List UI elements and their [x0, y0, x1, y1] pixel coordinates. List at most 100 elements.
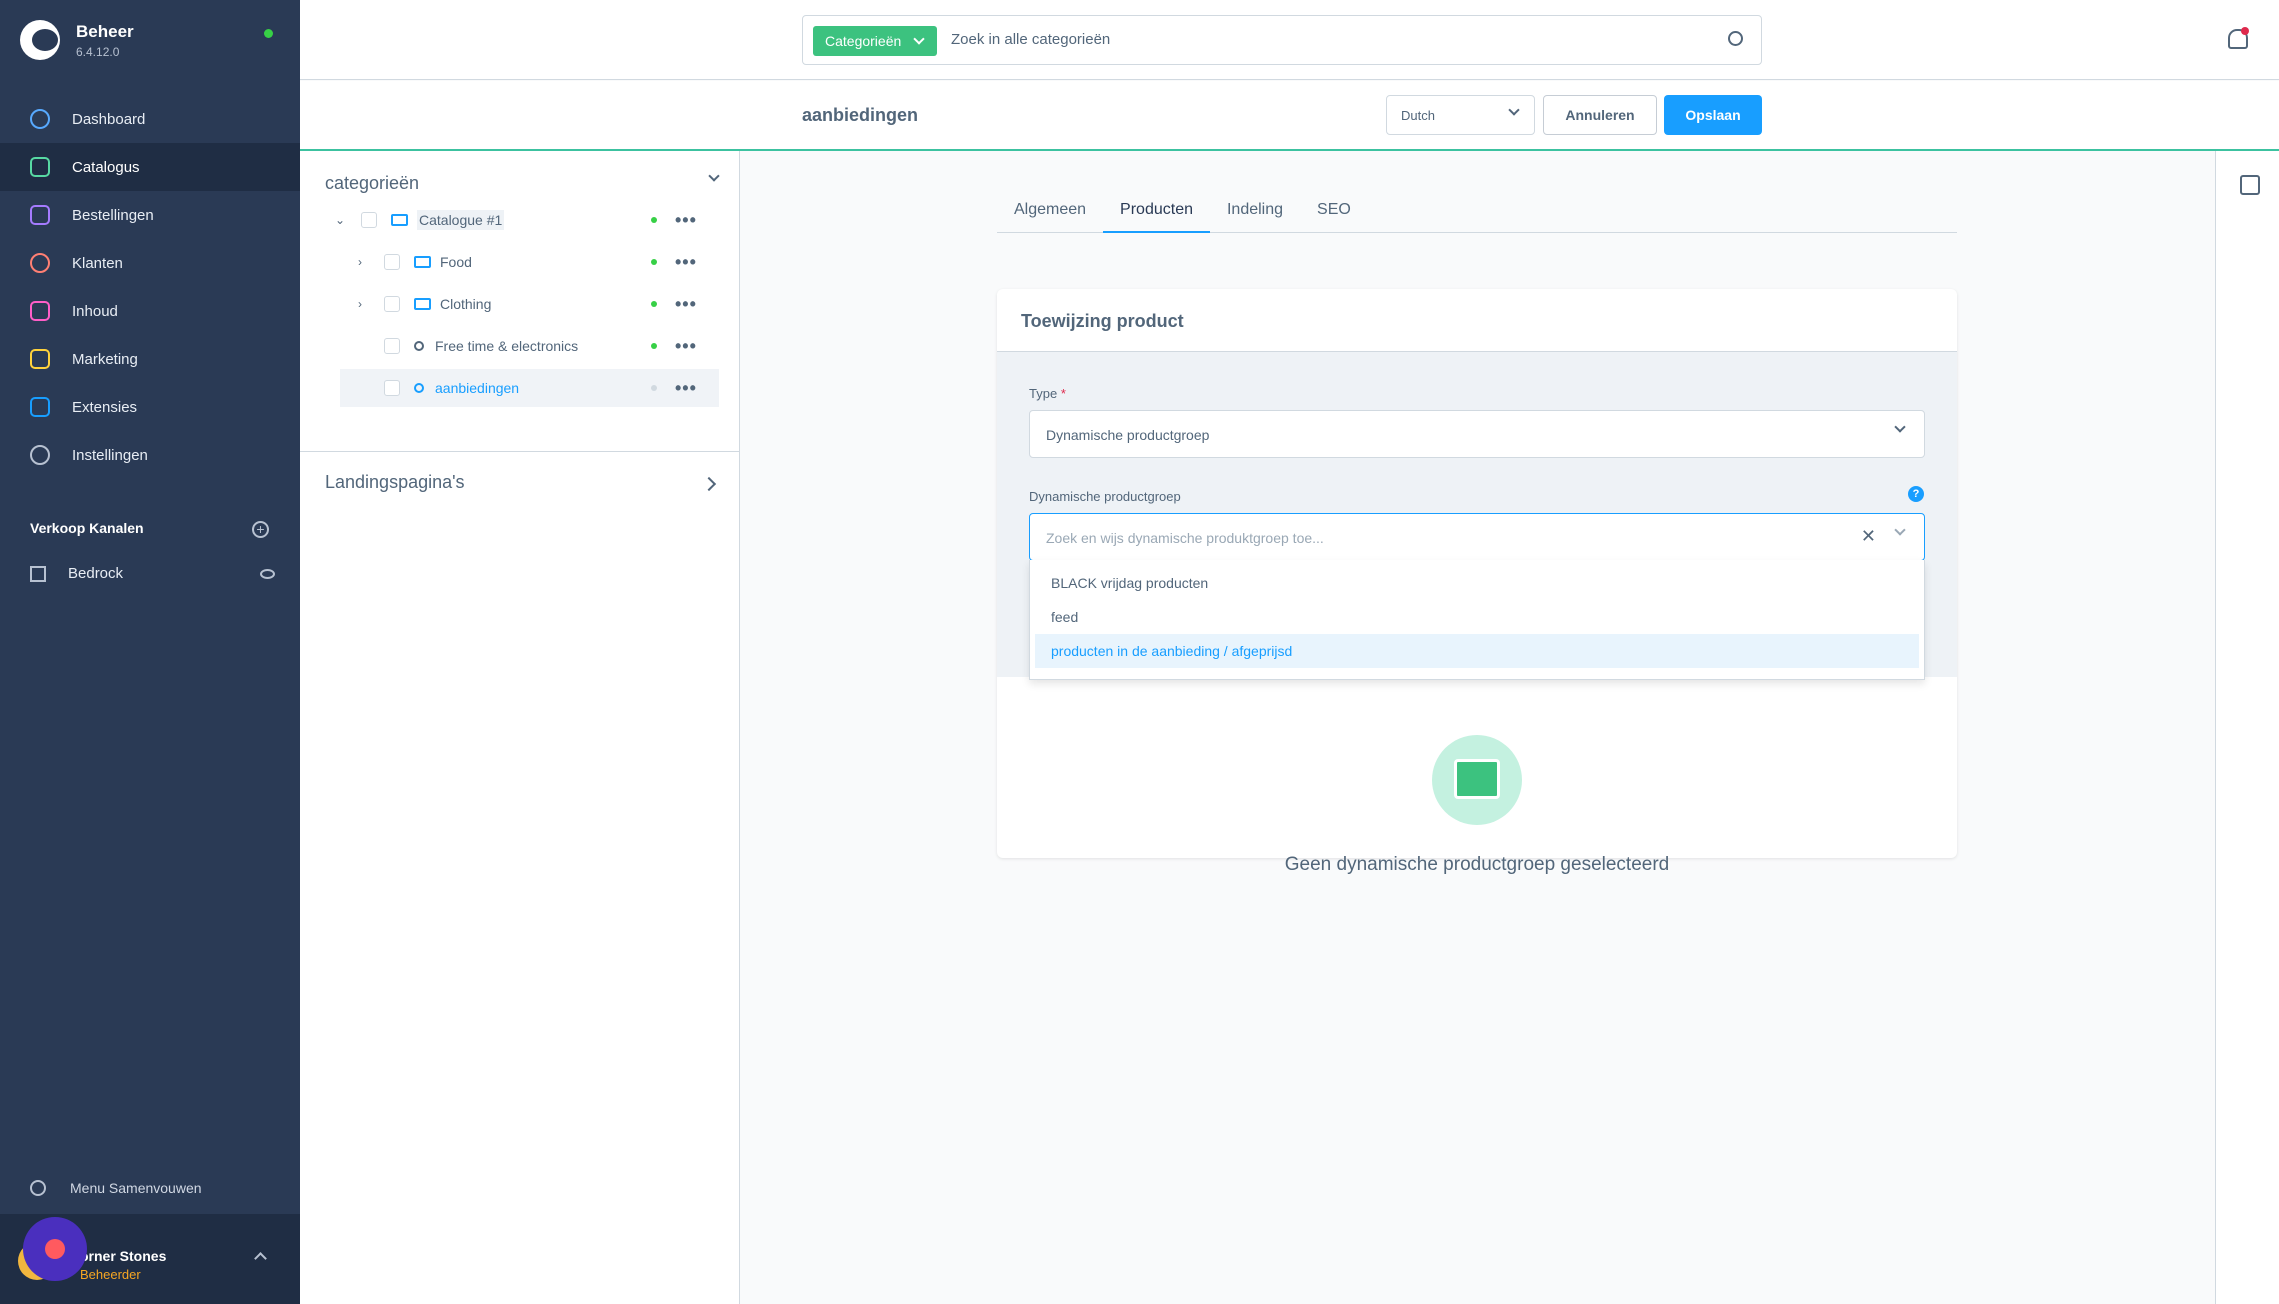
active-status-icon [651, 217, 657, 223]
storefront-icon [30, 565, 46, 582]
marketing-icon [30, 349, 50, 369]
app: Beheer 6.4.12.0 Dashboard Catalogus Best… [0, 0, 2279, 1304]
option-black-friday[interactable]: BLACK vrijdag producten [1035, 566, 1919, 600]
type-label-text: Type [1029, 386, 1058, 401]
required-marker: * [1060, 386, 1066, 401]
folder-icon [414, 256, 431, 268]
search-icon[interactable] [1728, 31, 1743, 46]
top-bar: Categorieën Zoek in alle categorieën [300, 0, 2279, 80]
leaf-category-icon [414, 383, 424, 393]
more-actions-icon[interactable]: ••• [675, 336, 697, 357]
dashboard-icon [30, 109, 50, 129]
nav-marketing-label: Marketing [72, 350, 138, 368]
dynamic-group-options: BLACK vrijdag producten feed producten i… [1029, 560, 1925, 680]
landing-pages-title: Landingspagina's [325, 472, 465, 492]
nav-instellingen-label: Instellingen [72, 446, 148, 464]
more-actions-icon[interactable]: ••• [675, 294, 697, 315]
nav-inhoud[interactable]: Inhoud [0, 287, 300, 335]
orders-icon [30, 205, 50, 225]
user-role: Beheerder [80, 1267, 141, 1282]
more-actions-icon[interactable]: ••• [675, 378, 697, 399]
chevron-right-icon [701, 476, 717, 492]
dynamic-group-placeholder[interactable]: Zoek en wijs dynamische produktgroep toe… [1046, 530, 1324, 546]
folder-open-icon [391, 214, 408, 226]
chevron-down-icon[interactable] [1894, 524, 1906, 536]
option-feed[interactable]: feed [1035, 600, 1919, 634]
leaf-category-icon [414, 341, 424, 351]
chevron-right-icon[interactable]: › [358, 297, 376, 311]
language-value: Dutch [1401, 108, 1435, 123]
collapse-menu-button[interactable]: Menu Samenvouwen [30, 1180, 202, 1196]
nav-bestellingen-label: Bestellingen [72, 206, 154, 224]
floating-record-button[interactable] [23, 1217, 87, 1281]
checkbox[interactable] [361, 212, 377, 228]
checkbox[interactable] [384, 380, 400, 396]
type-select-value: Dynamische productgroep [1046, 427, 1210, 443]
nav-extensies[interactable]: Extensies [0, 383, 300, 431]
tree-title: categorieën [325, 173, 420, 193]
card-title: Toewijzing product [1021, 311, 1184, 331]
tree-item-label: Clothing [440, 296, 492, 312]
chevron-right-icon[interactable]: › [358, 255, 376, 269]
tree-item-food[interactable]: › Food ••• [358, 243, 719, 281]
chevron-down-icon[interactable] [708, 170, 720, 182]
folder-icon [414, 298, 431, 310]
tree-item-label: Food [440, 254, 472, 270]
active-status-icon [651, 301, 657, 307]
tab-algemeen[interactable]: Algemeen [997, 201, 1103, 233]
more-actions-icon[interactable]: ••• [675, 252, 697, 273]
option-discounted[interactable]: producten in de aanbieding / afgeprijsd [1035, 634, 1919, 668]
search-type-select[interactable]: Categorieën [813, 26, 937, 56]
chevron-down-icon [1894, 421, 1906, 433]
nav-dashboard[interactable]: Dashboard [0, 95, 300, 143]
add-sales-channel-icon[interactable]: + [252, 521, 269, 538]
more-actions-icon[interactable]: ••• [675, 210, 697, 231]
sidebar: Beheer 6.4.12.0 Dashboard Catalogus Best… [0, 0, 300, 1304]
inactive-status-icon [651, 385, 657, 391]
nav-instellingen[interactable]: Instellingen [0, 431, 300, 479]
type-select[interactable]: Dynamische productgroep [1029, 410, 1925, 458]
collapse-icon[interactable]: ⌄ [335, 213, 353, 227]
global-search[interactable]: Categorieën Zoek in alle categorieën [802, 15, 1762, 65]
checkbox[interactable] [384, 254, 400, 270]
cancel-button[interactable]: Annuleren [1543, 95, 1657, 135]
tab-indeling[interactable]: Indeling [1210, 201, 1300, 233]
save-button[interactable]: Opslaan [1664, 95, 1762, 135]
nav-klanten-label: Klanten [72, 254, 123, 272]
landing-pages-section[interactable]: Landingspagina's [300, 451, 739, 513]
tree-item-aanbiedingen[interactable]: aanbiedingen ••• [340, 369, 719, 407]
tab-producten[interactable]: Producten [1103, 201, 1210, 233]
tree-item-clothing[interactable]: › Clothing ••• [358, 285, 719, 323]
sales-channel-bedrock[interactable]: Bedrock [30, 565, 275, 582]
checkbox[interactable] [384, 338, 400, 354]
nav-klanten[interactable]: Klanten [0, 239, 300, 287]
chevron-up-icon[interactable] [254, 1252, 267, 1265]
image-icon[interactable] [2240, 175, 2260, 195]
brand-text: Beheer 6.4.12.0 [76, 22, 134, 59]
nav-inhoud-label: Inhoud [72, 302, 118, 320]
page-header: aanbiedingen Dutch Annuleren Opslaan [300, 81, 2279, 151]
nav-marketing[interactable]: Marketing [0, 335, 300, 383]
tree-item-free-time[interactable]: Free time & electronics ••• [358, 327, 719, 365]
dynamic-group-search[interactable]: Zoek en wijs dynamische produktgroep toe… [1029, 513, 1925, 561]
brand[interactable]: Beheer 6.4.12.0 [20, 20, 134, 60]
user-name: orner Stones [80, 1248, 167, 1264]
close-icon[interactable]: ✕ [1861, 526, 1876, 547]
active-status-icon [651, 259, 657, 265]
right-sidebar [2215, 151, 2279, 1304]
app-name: Beheer [76, 21, 134, 41]
search-input[interactable]: Zoek in alle categorieën [951, 31, 1110, 48]
box-icon [1454, 759, 1500, 799]
language-select[interactable]: Dutch [1386, 95, 1535, 135]
sales-channels-title: Verkoop Kanalen [30, 520, 144, 536]
nav-bestellingen[interactable]: Bestellingen [0, 191, 300, 239]
tree-item-catalogue[interactable]: ⌄ Catalogue #1 ••• [335, 201, 719, 239]
tab-seo[interactable]: SEO [1300, 201, 1368, 233]
extensions-icon [30, 397, 50, 417]
nav-catalogus[interactable]: Catalogus [0, 143, 300, 191]
chevron-down-icon [1508, 104, 1520, 116]
help-icon[interactable]: ? [1908, 486, 1924, 502]
eye-icon[interactable] [260, 568, 275, 579]
empty-state-text: Geen dynamische productgroep geselecteer… [1284, 854, 1670, 875]
checkbox[interactable] [384, 296, 400, 312]
